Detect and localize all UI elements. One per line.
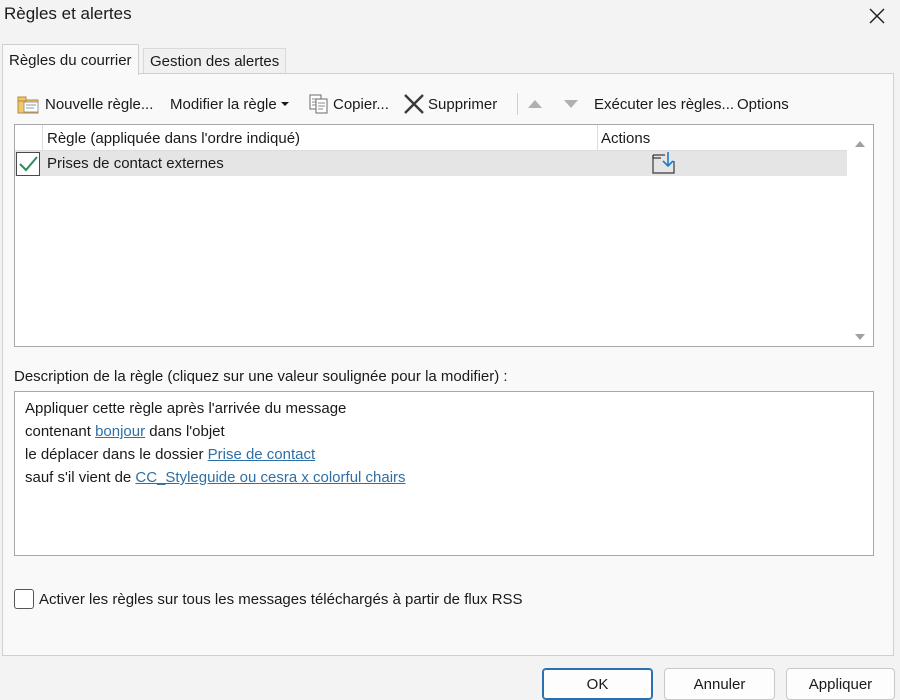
apply-button[interactable]: Appliquer: [786, 668, 895, 700]
rule-row[interactable]: Prises de contact externes: [15, 151, 847, 176]
delete-x-icon: [404, 94, 424, 114]
rule-name: Prises de contact externes: [47, 155, 224, 172]
move-up-button[interactable]: [527, 90, 543, 118]
rss-label: Activer les règles sur tous les messages…: [39, 590, 523, 608]
rules-toolbar: Nouvelle règle... Modifier la règle Copi…: [16, 90, 876, 118]
rule-action-button[interactable]: [651, 151, 677, 179]
checkmark-icon: [19, 156, 38, 172]
keyword-link[interactable]: bonjour: [95, 423, 145, 440]
description-text: dans l'objet: [145, 423, 225, 440]
close-icon: [869, 8, 885, 24]
copy-button[interactable]: Copier...: [308, 90, 389, 118]
description-text: contenant: [25, 423, 96, 440]
column-header-rule[interactable]: Règle (appliquée dans l'ordre indiqué): [47, 130, 597, 147]
tab-manage-alerts[interactable]: Gestion des alertes: [143, 48, 287, 75]
title-bar: Règles et alertes: [0, 0, 900, 36]
tab-mail-rules[interactable]: Règles du courrier: [2, 44, 139, 75]
tab-strip: Règles du courrier Gestion des alertes: [0, 44, 900, 75]
delete-button[interactable]: Supprimer: [403, 90, 497, 118]
scroll-up-button[interactable]: [854, 135, 866, 152]
description-line-1: Appliquer cette règle après l'arrivée du…: [25, 400, 347, 417]
rule-enabled-checkbox[interactable]: [16, 152, 40, 176]
scroll-down-arrow-icon: [855, 334, 865, 340]
close-button[interactable]: [854, 0, 900, 32]
vertical-scrollbar[interactable]: [847, 125, 873, 346]
new-rule-button[interactable]: Nouvelle règle...: [16, 90, 153, 118]
sender-link[interactable]: CC_Styleguide ou cesra x colorful chairs: [135, 469, 405, 486]
description-line: sauf s'il vient de CC_Styleguide ou cesr…: [25, 466, 863, 489]
move-to-folder-icon: [652, 152, 675, 174]
description-text: le déplacer dans le dossier: [25, 446, 208, 463]
cancel-button[interactable]: Annuler: [664, 668, 775, 700]
dropdown-arrow-icon: [280, 102, 289, 106]
window-title: Règles et alertes: [4, 4, 132, 23]
rule-list: Règle (appliquée dans l'ordre indiqué) A…: [14, 124, 874, 347]
rss-checkbox[interactable]: [14, 589, 34, 609]
options-button[interactable]: Options: [737, 90, 789, 118]
new-rule-label: Nouvelle règle...: [45, 95, 154, 113]
arrow-up-icon: [528, 100, 542, 108]
column-header-actions[interactable]: Actions: [601, 130, 650, 147]
scroll-down-button[interactable]: [854, 328, 866, 345]
new-rule-icon: [17, 96, 39, 114]
copy-icon: [309, 94, 328, 114]
toolbar-separator: [517, 93, 518, 115]
header-checkbox-column: [15, 125, 43, 151]
delete-label: Supprimer: [428, 95, 498, 113]
rule-list-header: Règle (appliquée dans l'ordre indiqué) A…: [15, 125, 847, 151]
run-rules-button[interactable]: Exécuter les règles...: [594, 90, 734, 118]
folder-link[interactable]: Prise de contact: [208, 446, 316, 463]
description-line: contenant bonjour dans l'objet: [25, 420, 863, 443]
ok-button[interactable]: OK: [542, 668, 653, 700]
rule-description-label: Description de la règle (cliquez sur une…: [14, 368, 508, 385]
description-text: sauf s'il vient de: [25, 469, 136, 486]
description-line: Appliquer cette règle après l'arrivée du…: [25, 397, 863, 420]
modify-rule-label: Modifier la règle: [170, 95, 277, 113]
rss-option[interactable]: Activer les règles sur tous les messages…: [14, 588, 523, 610]
description-line: le déplacer dans le dossier Prise de con…: [25, 443, 863, 466]
arrow-down-icon: [564, 100, 578, 108]
column-divider[interactable]: [597, 125, 598, 151]
rule-description-box: Appliquer cette règle après l'arrivée du…: [14, 391, 874, 556]
move-down-button[interactable]: [563, 90, 579, 118]
scroll-up-arrow-icon: [855, 141, 865, 147]
modify-rule-dropdown[interactable]: Modifier la règle: [170, 90, 290, 118]
copy-label: Copier...: [333, 95, 389, 113]
